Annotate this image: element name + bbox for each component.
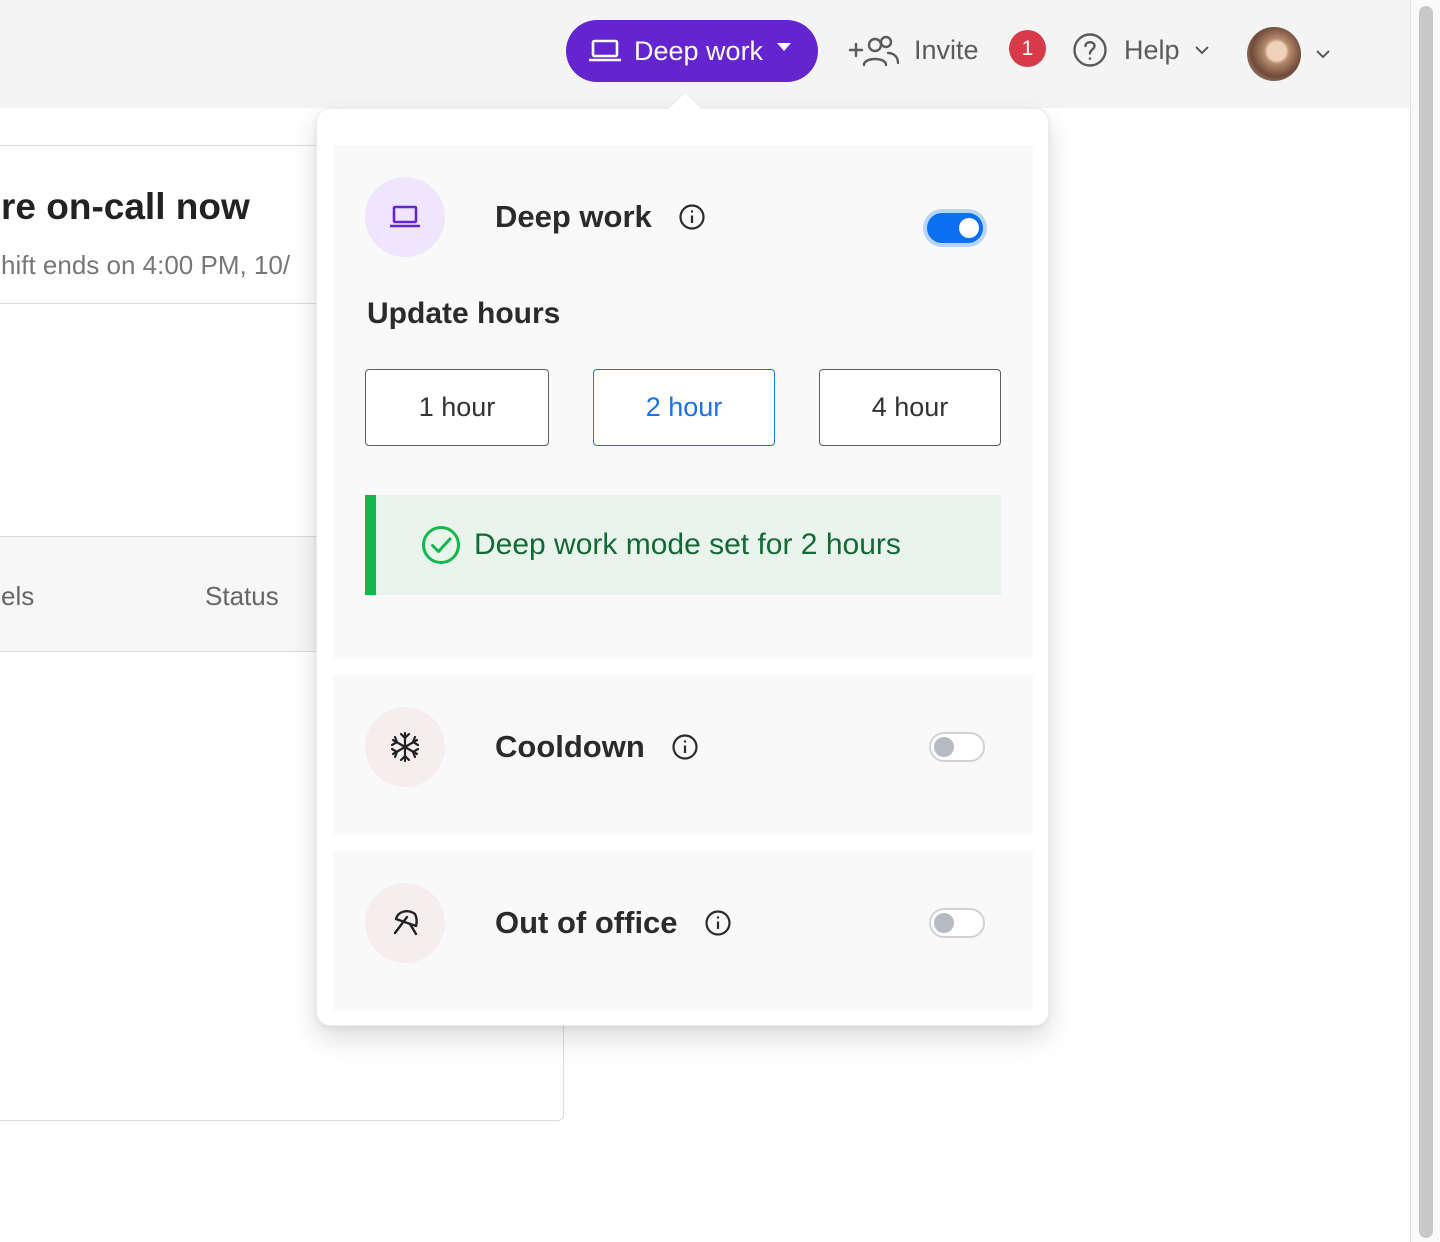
out-of-office-section: Out of office	[333, 851, 1033, 1011]
toggle-knob	[934, 737, 954, 757]
info-icon[interactable]	[704, 909, 732, 937]
column-header-status[interactable]: Status	[205, 581, 279, 612]
caret-down-icon	[777, 43, 792, 51]
hour-option-1[interactable]: 1 hour	[365, 369, 549, 446]
laptop-icon	[589, 39, 621, 62]
help-menu-button[interactable]: Help	[1072, 30, 1210, 70]
user-menu-button[interactable]	[1247, 27, 1331, 81]
question-circle-icon	[1073, 33, 1107, 67]
deep-work-title: Deep work	[495, 199, 706, 235]
deep-work-label: Deep work	[495, 199, 652, 234]
success-alert: Deep work mode set for 2 hours	[365, 495, 1001, 595]
avatar	[1247, 27, 1301, 81]
notification-badge[interactable]: 1	[1009, 30, 1046, 67]
update-hours-label: Update hours	[367, 297, 561, 330]
invite-button[interactable]: Invite	[848, 30, 979, 70]
help-label: Help	[1124, 34, 1180, 65]
chevron-down-icon	[1194, 46, 1209, 55]
hour-option-4[interactable]: 4 hour	[819, 369, 1001, 446]
scrollbar-thumb[interactable]	[1419, 6, 1433, 1238]
add-users-icon	[848, 35, 900, 67]
top-bar: Deep work Invite 1 Help	[0, 0, 1410, 108]
info-icon[interactable]	[678, 203, 706, 231]
out-of-office-title: Out of office	[495, 905, 732, 941]
chevron-down-icon	[1316, 50, 1330, 59]
info-icon[interactable]	[671, 733, 699, 761]
hour-option-2-selected[interactable]: 2 hour	[593, 369, 775, 446]
status-mode-label: Deep work	[634, 35, 764, 66]
cooldown-title: Cooldown	[495, 729, 699, 765]
invite-label: Invite	[914, 34, 979, 65]
cooldown-section: Cooldown	[333, 675, 1033, 835]
snowflake-icon	[390, 731, 420, 763]
cooldown-toggle[interactable]	[929, 732, 985, 762]
out-of-office-icon-badge	[365, 883, 445, 963]
deep-work-icon-badge	[365, 177, 445, 257]
column-header[interactable]: els	[1, 581, 34, 612]
out-of-office-toggle[interactable]	[929, 908, 985, 938]
umbrella-icon	[393, 910, 418, 936]
deep-work-toggle[interactable]	[927, 213, 983, 243]
cooldown-icon-badge	[365, 707, 445, 787]
shift-end-text: hift ends on 4:00 PM, 10/	[1, 250, 291, 280]
success-alert-message: Deep work mode set for 2 hours	[474, 528, 901, 561]
deep-work-section: Deep work Update hours 1 hour 2 hour 4 h…	[333, 145, 1033, 659]
cooldown-label: Cooldown	[495, 729, 645, 764]
page-scrollbar[interactable]	[1410, 0, 1440, 1242]
check-circle-icon	[422, 526, 460, 564]
toggle-knob	[959, 218, 979, 238]
status-mode-button[interactable]: Deep work	[566, 20, 818, 82]
on-call-title: re on-call now	[1, 186, 250, 227]
laptop-icon	[390, 205, 420, 228]
status-mode-dropdown: Deep work Update hours 1 hour 2 hour 4 h…	[316, 108, 1049, 1026]
toggle-knob	[934, 913, 954, 933]
out-of-office-label: Out of office	[495, 905, 678, 940]
